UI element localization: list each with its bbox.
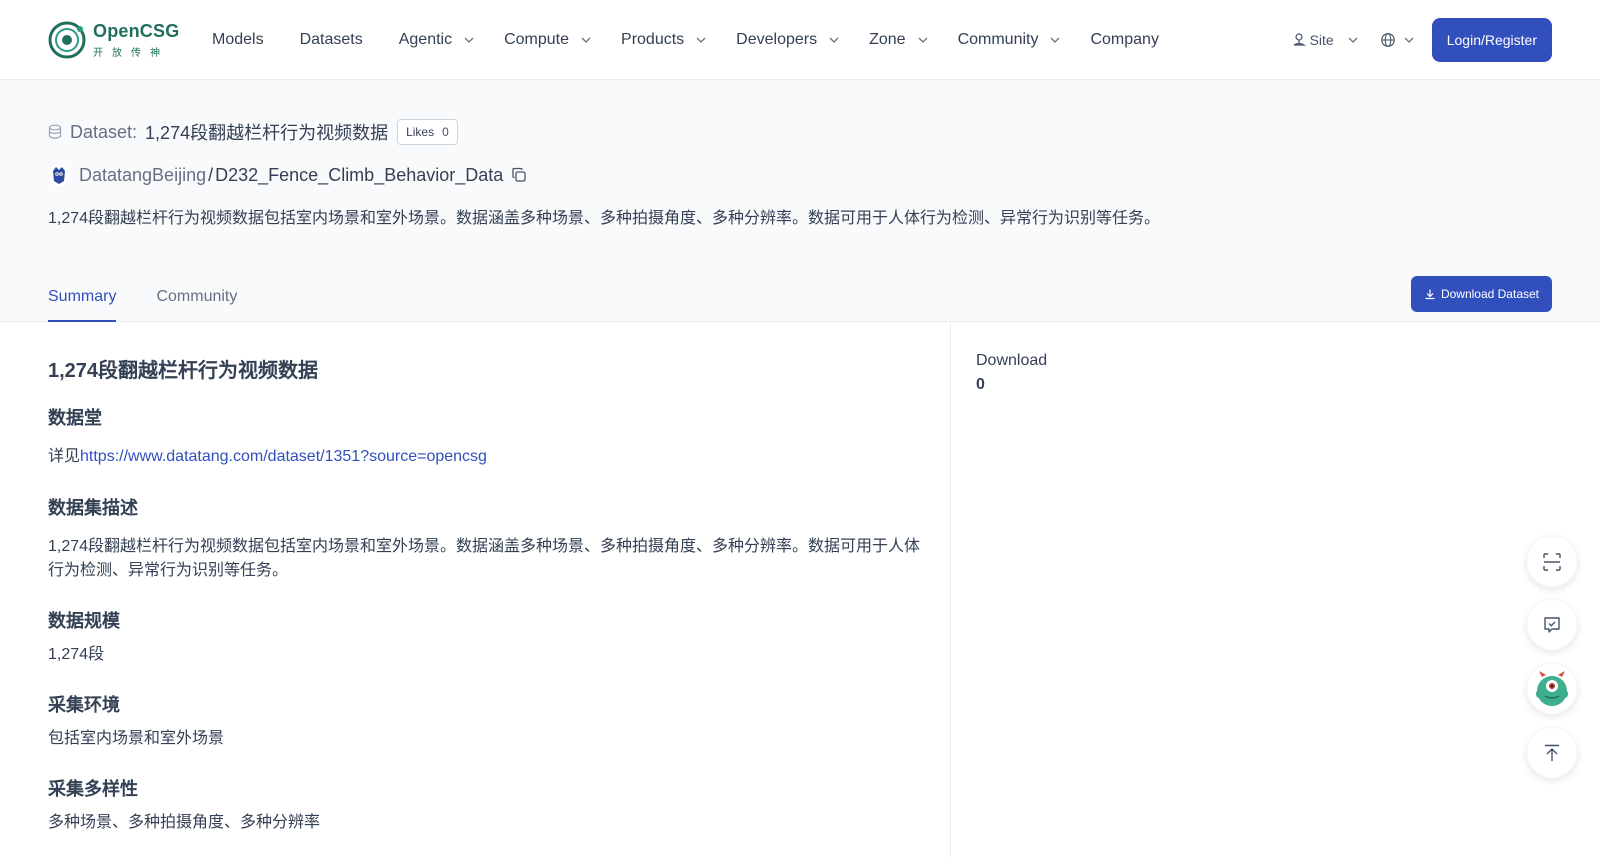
environment-paragraph: 包括室内场景和室外场景	[48, 730, 225, 747]
nav-company[interactable]: Company	[1090, 31, 1158, 49]
nav-agentic-label: Agentic	[398, 31, 453, 48]
opencsg-logo-icon	[47, 20, 87, 60]
chevron-down-icon	[829, 37, 839, 43]
likes-label: Likes	[406, 125, 435, 139]
download-stat-label: Download	[976, 352, 1048, 369]
nav-developers[interactable]: Developers	[736, 31, 839, 49]
dataset-header: Dataset: 1,274段翻越栏杆行为视频数据 Likes 0 Datata…	[0, 80, 1600, 322]
source-paragraph: 详见https://www.datatang.com/dataset/1351?…	[48, 445, 926, 469]
nav-models[interactable]: Models	[212, 31, 264, 49]
nav-zone-label: Zone	[869, 31, 906, 48]
repo-name: D232_Fence_Climb_Behavior_Data	[215, 164, 504, 185]
dataset-label: Dataset:	[70, 121, 138, 142]
chevron-down-icon	[581, 37, 591, 43]
scale-paragraph: 1,274段	[48, 646, 105, 663]
owner-name[interactable]: DatatangBeijing	[79, 165, 206, 186]
owner-avatar[interactable]	[48, 164, 70, 186]
site-label: Site	[1309, 32, 1334, 48]
section-title-scale: 数据规模	[48, 611, 120, 631]
login-register-button[interactable]: Login/Register	[1431, 18, 1552, 62]
dataset-tabs: Summary Community	[48, 278, 277, 322]
nav-developers-label: Developers	[736, 31, 818, 48]
dataset-description: 1,274段翻越栏杆行为视频数据包括室内场景和室外场景。数据涵盖多种场景、多种拍…	[48, 210, 1161, 227]
section-title-environment: 采集环境	[48, 695, 120, 715]
download-icon	[1425, 289, 1435, 300]
likes-button[interactable]: Likes 0	[397, 119, 458, 145]
description-paragraph: 1,274段翻越栏杆行为视频数据包括室内场景和室外场景。数据涵盖多种场景、多种拍…	[48, 538, 921, 579]
scan-button[interactable]	[1527, 537, 1577, 587]
tab-summary[interactable]: Summary	[48, 278, 117, 322]
chevron-down-icon	[1348, 37, 1358, 43]
site-selector[interactable]: Site	[1291, 32, 1358, 48]
language-selector[interactable]	[1380, 32, 1414, 48]
likes-count: 0	[442, 125, 449, 139]
section-title-source: 数据堂	[48, 408, 102, 428]
section-title-diversity: 采集多样性	[48, 779, 138, 799]
database-icon	[48, 124, 62, 139]
stats-sidebar: Download 0	[976, 352, 1047, 394]
nav-products-label: Products	[621, 31, 685, 48]
nav-datasets-label: Datasets	[299, 31, 363, 48]
back-to-top-button[interactable]	[1527, 728, 1577, 778]
nav-datasets[interactable]: Datasets	[300, 31, 363, 49]
assistant-button[interactable]	[1527, 664, 1577, 714]
copy-icon[interactable]	[511, 167, 527, 183]
summary-title: 1,274段翻越栏杆行为视频数据	[48, 360, 319, 382]
tab-community[interactable]: Community	[156, 278, 237, 322]
source-link[interactable]: https://www.datatang.com/dataset/1351?so…	[80, 448, 487, 465]
nav-zone[interactable]: Zone	[869, 31, 928, 49]
nav-compute[interactable]: Compute	[504, 31, 591, 49]
nav-agentic[interactable]: Agentic	[399, 31, 474, 49]
dataset-title: 1,274段翻越栏杆行为视频数据	[145, 123, 389, 143]
feedback-button[interactable]	[1527, 600, 1577, 650]
nav-compute-label: Compute	[504, 31, 570, 48]
back-to-top-icon	[1545, 744, 1559, 761]
opencsg-logo[interactable]: OpenCSG 开放传神	[47, 19, 179, 61]
site-icon	[1293, 33, 1306, 46]
nav-products[interactable]: Products	[621, 31, 706, 49]
chevron-down-icon	[1404, 37, 1414, 43]
chevron-down-icon	[464, 37, 474, 43]
download-dataset-label: Download Dataset	[1440, 287, 1539, 301]
nav-community[interactable]: Community	[958, 31, 1061, 49]
nav-models-label: Models	[212, 31, 264, 48]
top-navigation: OpenCSG 开放传神 Models Datasets Agentic Com…	[0, 0, 1600, 80]
chevron-down-icon	[1051, 37, 1060, 43]
path-separator: /	[208, 164, 214, 185]
download-dataset-button[interactable]: Download Dataset	[1410, 276, 1552, 312]
content-divider	[950, 322, 951, 857]
section-title-description: 数据集描述	[48, 498, 138, 518]
nav-company-label: Company	[1090, 31, 1159, 48]
scan-icon	[1543, 553, 1561, 571]
globe-icon	[1380, 33, 1395, 47]
monster-mascot-icon	[1536, 671, 1568, 706]
check-message-icon	[1544, 617, 1560, 633]
logo-subtitle: 开放传神	[93, 48, 169, 59]
chevron-down-icon	[696, 37, 706, 43]
chevron-down-icon	[918, 37, 928, 43]
nav-community-label: Community	[957, 31, 1039, 48]
main-nav: Models Datasets Agentic Compute Products…	[212, 28, 1159, 52]
logo-name: OpenCSG	[93, 21, 180, 41]
download-stat-value: 0	[976, 376, 985, 393]
source-prefix: 详见	[48, 448, 81, 465]
diversity-paragraph: 多种场景、多种拍摄角度、多种分辨率	[48, 814, 321, 831]
